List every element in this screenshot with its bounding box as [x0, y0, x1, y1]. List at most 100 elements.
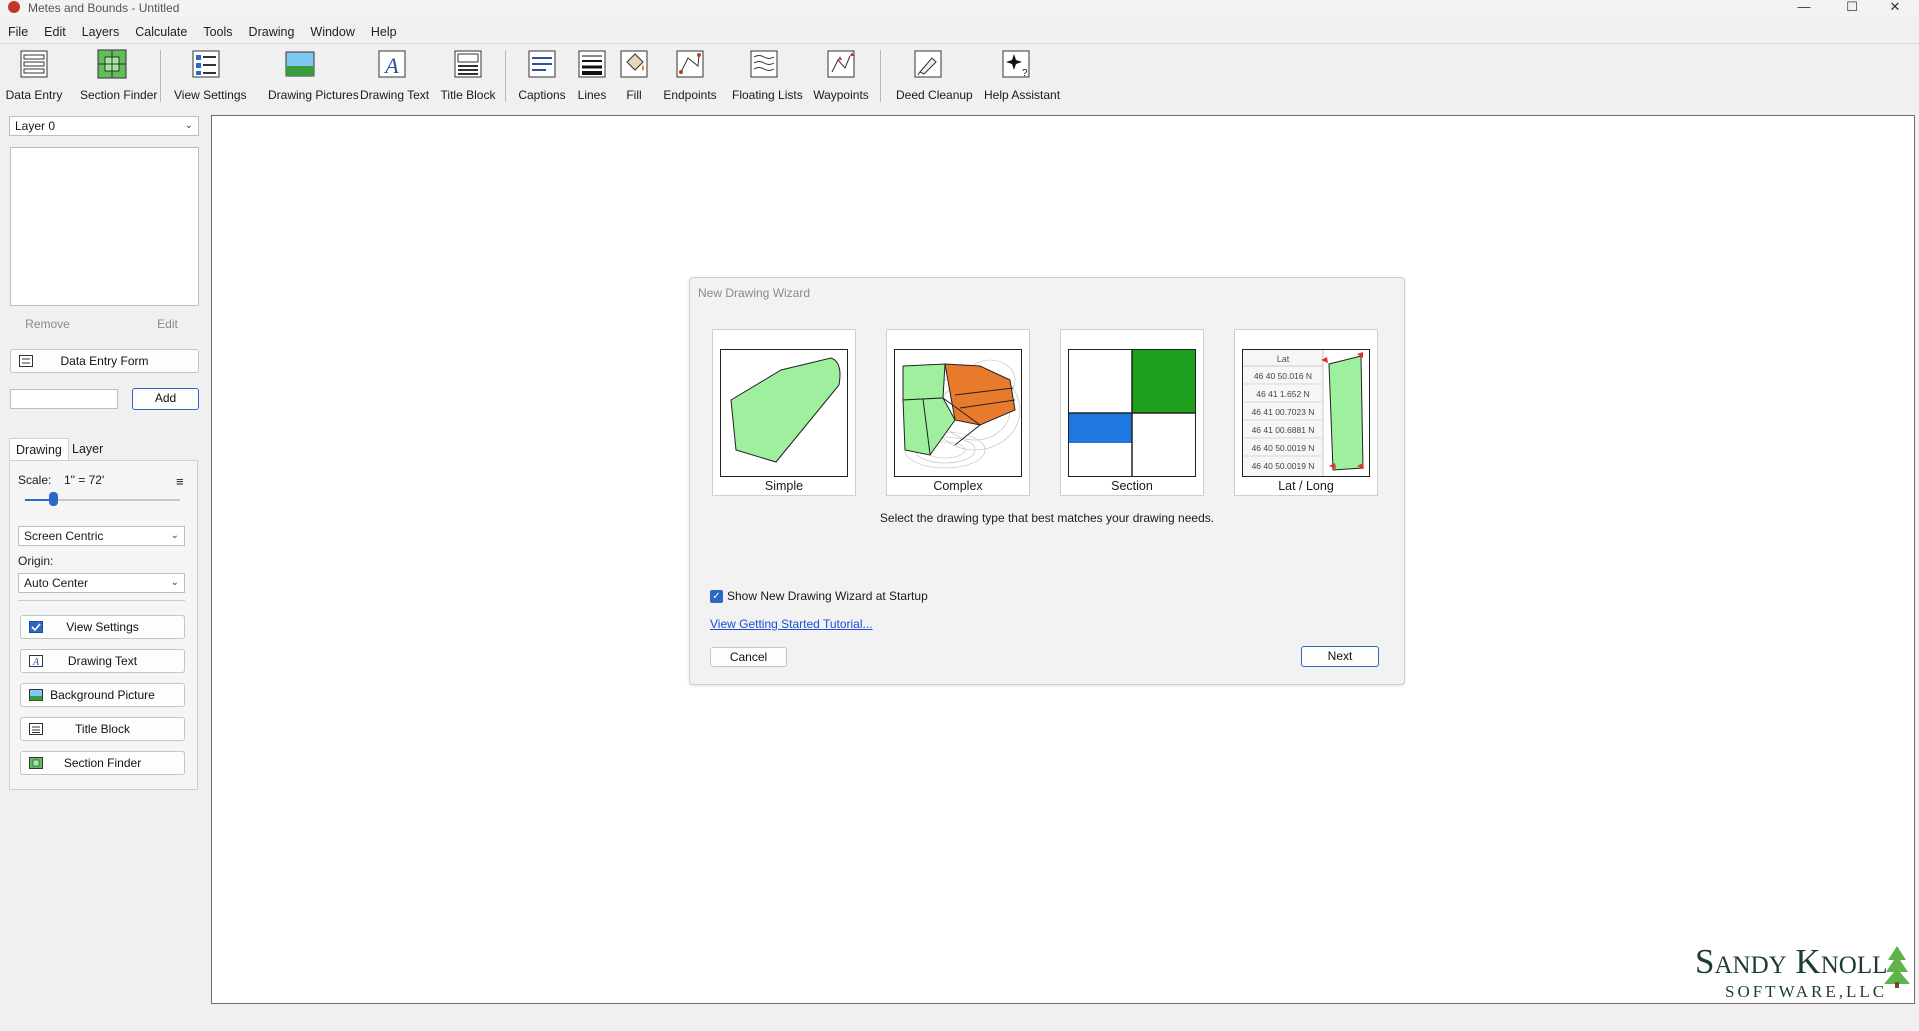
lat-header: Lat — [1277, 354, 1290, 364]
waypoints-tool[interactable]: Waypoints — [813, 46, 869, 102]
menu-help[interactable]: Help — [363, 22, 405, 42]
option-complex[interactable]: Complex — [886, 329, 1030, 496]
panel-divider — [18, 600, 185, 601]
fill-label: Fill — [626, 88, 642, 102]
scale-slider-thumb[interactable] — [48, 492, 58, 506]
captions-tool[interactable]: Captions — [518, 46, 566, 102]
centric-select[interactable]: Screen Centric ⌄ — [18, 526, 185, 546]
layer-select[interactable]: Layer 0 ⌄ — [9, 116, 199, 136]
menu-edit[interactable]: Edit — [36, 22, 74, 42]
view-settings-button[interactable]: View Settings — [20, 615, 185, 639]
menu-window[interactable]: Window — [302, 22, 362, 42]
drawing-text-button[interactable]: A Drawing Text — [20, 649, 185, 673]
menu-file[interactable]: File — [0, 22, 36, 42]
option-section-label: Section — [1111, 479, 1153, 493]
close-button[interactable]: ✕ — [1873, 0, 1917, 16]
drawing-text-tool[interactable]: A Drawing Text — [360, 46, 429, 102]
title-block-button-label: Title Block — [75, 722, 130, 736]
origin-select[interactable]: Auto Center ⌄ — [18, 573, 185, 593]
fill-icon — [620, 50, 648, 78]
scale-label: Scale: — [18, 473, 52, 487]
section-finder-button[interactable]: Section Finder — [20, 751, 185, 775]
section-finder-tool[interactable]: Section Finder — [80, 46, 157, 102]
menu-tools[interactable]: Tools — [195, 22, 240, 42]
data-entry-icon — [19, 355, 33, 367]
deed-cleanup-icon — [914, 50, 942, 78]
menu-drawing[interactable]: Drawing — [241, 22, 303, 42]
chevron-down-icon: ⌄ — [170, 530, 179, 541]
endpoints-tool[interactable]: Endpoints — [663, 46, 717, 102]
add-name-input[interactable] — [10, 389, 118, 409]
maximize-button[interactable]: ☐ — [1830, 0, 1874, 16]
title-block-tool[interactable]: Title Block — [441, 46, 495, 102]
data-entry-label: Data Entry — [5, 88, 63, 102]
floating-lists-icon — [750, 50, 778, 78]
complex-parcel-image — [902, 359, 1021, 469]
background-picture-button[interactable]: Background Picture — [20, 683, 185, 707]
deed-cleanup-tool[interactable]: Deed Cleanup — [896, 46, 973, 102]
endpoints-icon — [676, 50, 704, 78]
simple-parcel-image — [730, 357, 841, 463]
lat-row: 46 40 50.0019 N — [1252, 443, 1315, 453]
menu-bar: File Edit Layers Calculate Tools Drawing… — [0, 22, 405, 42]
lat-long-thumbnail: Lat 46 40 50.016 N 46 41 1.652 N 46 41 0… — [1242, 349, 1370, 477]
svg-text:A: A — [383, 53, 399, 78]
section-thumbnail — [1068, 349, 1196, 477]
show-at-startup-checkbox[interactable]: ✓ — [710, 590, 723, 603]
minimize-button[interactable]: — — [1782, 0, 1826, 16]
layer-list[interactable] — [10, 147, 199, 306]
drawing-pictures-tool[interactable]: Drawing Pictures — [268, 46, 359, 102]
getting-started-tutorial-link[interactable]: View Getting Started Tutorial... — [710, 617, 873, 631]
origin-select-value: Auto Center — [24, 576, 89, 590]
tree-icon — [1884, 946, 1910, 988]
edit-button[interactable]: Edit — [130, 314, 205, 334]
help-assistant-tool[interactable]: ? Help Assistant — [984, 46, 1060, 102]
section-grid-image — [1069, 350, 1195, 476]
lat-row: 46 41 00.7023 N — [1252, 407, 1315, 417]
drawing-text-button-label: Drawing Text — [67, 654, 138, 668]
title-bar: Metes and Bounds - Untitled — ☐ ✕ — [0, 0, 1919, 16]
show-at-startup-label: Show New Drawing Wizard at Startup — [727, 589, 928, 603]
toolbar-separator — [160, 50, 161, 102]
drawing-text-label: Drawing Text — [360, 88, 430, 102]
option-lat-long[interactable]: Lat 46 40 50.016 N 46 41 1.652 N 46 41 0… — [1234, 329, 1378, 496]
option-complex-label: Complex — [933, 479, 983, 493]
view-settings-tool[interactable]: View Settings — [174, 46, 247, 102]
waypoints-icon — [827, 50, 855, 78]
fill-tool[interactable]: Fill — [612, 46, 656, 102]
scale-menu-icon[interactable]: ≡ — [176, 474, 184, 489]
status-bar — [0, 1004, 1919, 1031]
option-section[interactable]: Section — [1060, 329, 1204, 496]
tab-layer[interactable]: Layer — [66, 438, 109, 460]
title-block-icon — [454, 50, 482, 78]
menu-calculate[interactable]: Calculate — [127, 22, 195, 42]
floating-lists-tool[interactable]: Floating Lists — [732, 46, 803, 102]
option-simple[interactable]: Simple — [712, 329, 856, 496]
data-entry-tool[interactable]: Data Entry — [6, 46, 62, 102]
logo-line1: Sandy Knoll — [1695, 942, 1888, 981]
menu-layers[interactable]: Layers — [74, 22, 128, 42]
centric-select-value: Screen Centric — [24, 529, 104, 543]
simple-thumbnail — [720, 349, 848, 477]
title-block-button[interactable]: Title Block — [20, 717, 185, 741]
help-assistant-label: Help Assistant — [984, 88, 1061, 102]
tab-drawing[interactable]: Drawing — [9, 438, 69, 461]
scale-value: 1" = 72' — [64, 473, 105, 487]
option-lat-long-label: Lat / Long — [1278, 479, 1334, 493]
remove-button[interactable]: Remove — [10, 314, 85, 334]
view-settings-button-label: View Settings — [66, 620, 139, 634]
add-button[interactable]: Add — [132, 388, 199, 410]
wizard-instruction: Select the drawing type that best matche… — [879, 511, 1215, 525]
next-button[interactable]: Next — [1301, 646, 1379, 667]
view-settings-label: View Settings — [174, 88, 247, 102]
data-entry-form-label: Data Entry Form — [60, 354, 149, 368]
drawing-pictures-label: Drawing Pictures — [268, 88, 359, 102]
lines-icon — [578, 50, 606, 78]
svg-text:A: A — [32, 657, 40, 667]
complex-thumbnail — [894, 349, 1022, 477]
waypoints-label: Waypoints — [813, 88, 869, 102]
origin-label: Origin: — [18, 554, 54, 568]
data-entry-form-button[interactable]: Data Entry Form — [10, 349, 199, 373]
logo-line2: SOFTWARE,LLC — [1725, 982, 1888, 1001]
cancel-button[interactable]: Cancel — [710, 647, 787, 667]
